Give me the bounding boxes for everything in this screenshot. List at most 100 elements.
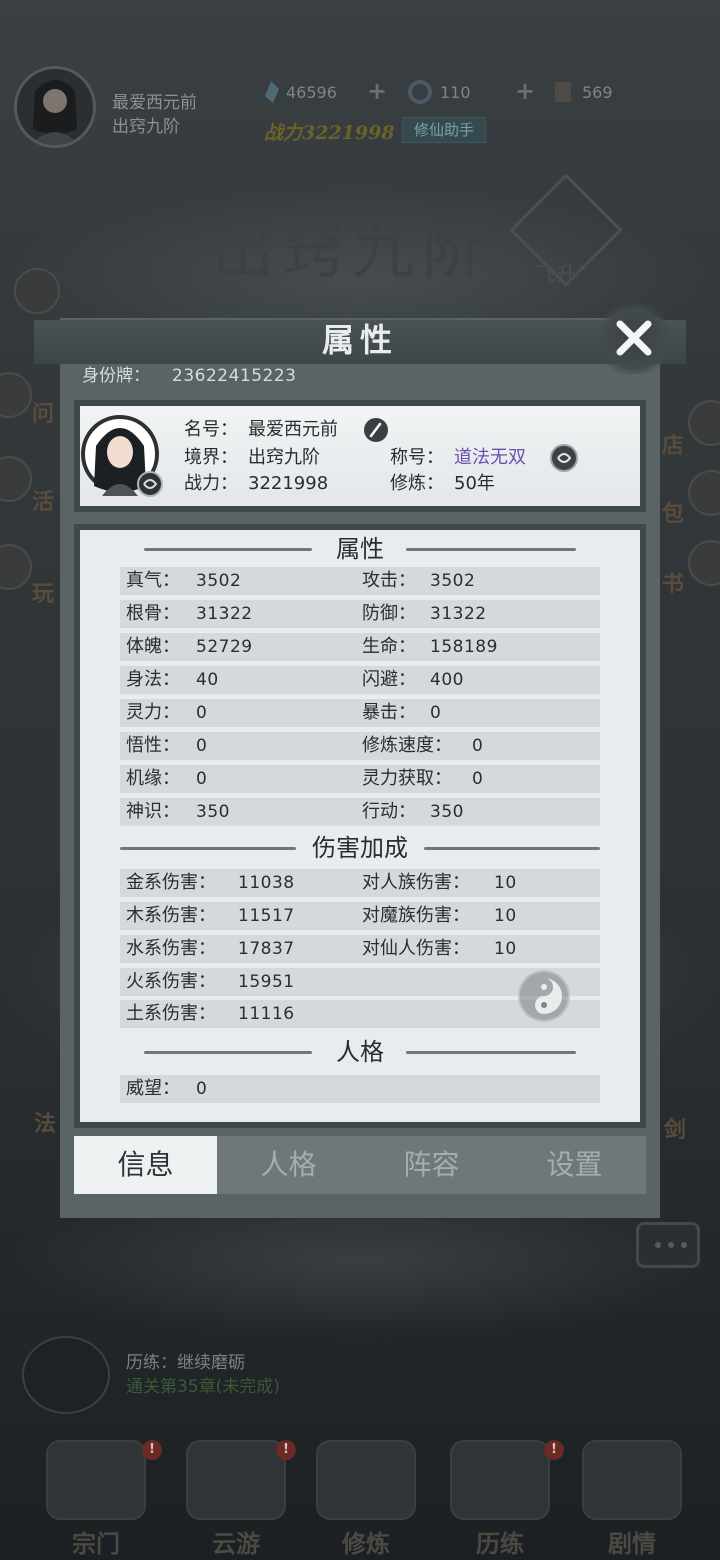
stat-label: 水系伤害： [126,938,216,959]
rename-button[interactable] [364,418,388,442]
stat-value: 10 [494,906,517,926]
stat-row: 机缘： 0 灵力获取： 0 [120,765,600,793]
tab-settings[interactable]: 设置 [503,1136,646,1194]
task-title[interactable]: 历练：继续磨砺 [126,1348,245,1373]
side-book-icon[interactable] [688,540,720,586]
sect-icon [46,1440,146,1520]
ascend-label: 飞升 [536,262,576,286]
stat-row: 身法： 40 闪避： 400 [120,666,600,694]
stat-value: 350 [196,802,230,822]
add-stone-button[interactable]: + [366,79,388,103]
cultivation-helper-button[interactable]: 修仙助手 [402,117,486,143]
attribute-dialog: 属性 身份牌： 23622415223 名号： 最爱西元前 境界： 出窍九阶 称… [34,304,686,1218]
stat-label: 机缘： [126,768,180,789]
scroll-icon [555,82,571,102]
side-label: 法 [34,1111,57,1137]
stat-row: 体魄： 52729 生命： 158189 [120,633,600,661]
side-activity-icon[interactable] [0,456,32,502]
id-label: 身份牌： [82,366,150,386]
stat-row: 威望： 0 [120,1075,600,1103]
cultivate-icon [316,1440,416,1520]
stat-value: 0 [196,1079,208,1099]
alert-badge: ! [276,1440,296,1460]
section-header-attributes: 属性 [80,532,640,566]
stat-row: 真气： 3502 攻击： 3502 [120,567,600,595]
side-label: 店 [662,433,685,459]
character-avatar[interactable] [80,406,164,502]
section-title: 人格 [336,1038,384,1066]
title-change-button[interactable] [550,444,578,472]
floating-yin-yang-button[interactable] [518,970,570,1022]
stat-label: 真气： [126,570,180,591]
side-bag-icon[interactable] [688,470,720,516]
stat-row: 根骨： 31322 防御： 31322 [120,600,600,628]
stat-value: 400 [430,670,464,690]
close-button[interactable] [594,304,674,374]
side-shop-icon[interactable] [688,400,720,446]
tab-personality[interactable]: 人格 [217,1136,360,1194]
stats-panel: 属性 真气： 3502 攻击： 3502 根骨： 31322 防御： 31322… [74,524,646,1128]
trial-icon [450,1440,550,1520]
nav-label: 宗门 [72,1529,120,1558]
title-label: 称号： [390,447,444,468]
stat-label: 修炼速度： [362,735,452,756]
stats-panel-body: 属性 真气： 3502 攻击： 3502 根骨： 31322 防御： 31322… [80,530,640,1122]
stat-value: 31322 [430,604,487,624]
stat-value: 0 [196,736,208,756]
stat-label: 木系伤害： [126,905,216,926]
name-label: 名号： [184,419,238,440]
side-label: 书 [662,571,685,597]
stat-row: 木系伤害： 11517 对魔族伤害： 10 [120,902,600,930]
stat-value: 11038 [238,873,295,893]
close-icon [616,320,652,356]
nav-travel[interactable]: 云游 ! [176,1440,296,1558]
player-avatar[interactable] [14,66,96,148]
stat-value: 0 [196,769,208,789]
tab-bar: 信息 人格 阵容 设置 [74,1136,646,1194]
alert-badge: ! [544,1440,564,1460]
stat-label: 生命： [362,636,416,657]
task-progress[interactable]: 通关第35章(未完成) [126,1372,280,1397]
stat-label: 防御： [362,603,416,624]
tab-lineup[interactable]: 阵容 [360,1136,503,1194]
nav-story[interactable]: 剧情 [572,1440,692,1558]
bottom-nav: 宗门 ! 云游 ! 修炼 历练 ! 剧情 [0,1420,720,1560]
realm-value: 出窍九阶 [248,447,320,468]
task-npc-avatar[interactable] [22,1336,110,1414]
side-event-icon[interactable] [14,268,60,314]
stat-value: 350 [430,802,464,822]
side-label: 玩 [32,581,55,607]
nav-trial[interactable]: 历练 ! [440,1440,564,1558]
stat-label: 对仙人伤害： [362,938,470,959]
cultivate-label: 修炼： [390,473,444,494]
stat-value: 158189 [430,637,498,657]
stat-value: 0 [196,703,208,723]
stat-label: 根骨： [126,603,180,624]
alert-badge: ! [142,1440,162,1460]
stat-label: 行动： [362,801,416,822]
stat-value: 10 [494,873,517,893]
stat-value: 10 [494,939,517,959]
tab-info[interactable]: 信息 [74,1136,217,1194]
profile-card: 名号： 最爱西元前 境界： 出窍九阶 称号： 道法无双 战力： 3221998 … [74,400,646,512]
nav-sect[interactable]: 宗门 ! [36,1440,162,1558]
stat-label: 攻击： [362,570,416,591]
stat-label: 土系伤害： [126,1003,216,1024]
stat-label: 身法： [126,669,180,690]
nav-label: 修炼 [342,1529,390,1558]
title-value[interactable]: 道法无双 [454,446,526,470]
section-header-damage: 伤害加成 [80,831,640,865]
section-title: 伤害加成 [312,834,408,862]
nav-cultivate[interactable]: 修炼 [306,1440,426,1558]
chat-icon[interactable] [636,1222,700,1268]
dialog-title: 属性 [321,321,398,359]
nav-label: 云游 [212,1529,260,1558]
stat-label: 暴击： [362,702,416,723]
spirit-stone-count: 46596 [286,83,337,102]
stat-label: 体魄： [126,636,180,657]
stat-row: 金系伤害： 11038 对人族伤害： 10 [120,869,600,897]
side-play-icon[interactable] [0,544,32,590]
add-stamina-button[interactable]: + [514,79,536,103]
nav-label: 剧情 [608,1529,656,1558]
profile-card-body: 名号： 最爱西元前 境界： 出窍九阶 称号： 道法无双 战力： 3221998 … [80,406,640,506]
